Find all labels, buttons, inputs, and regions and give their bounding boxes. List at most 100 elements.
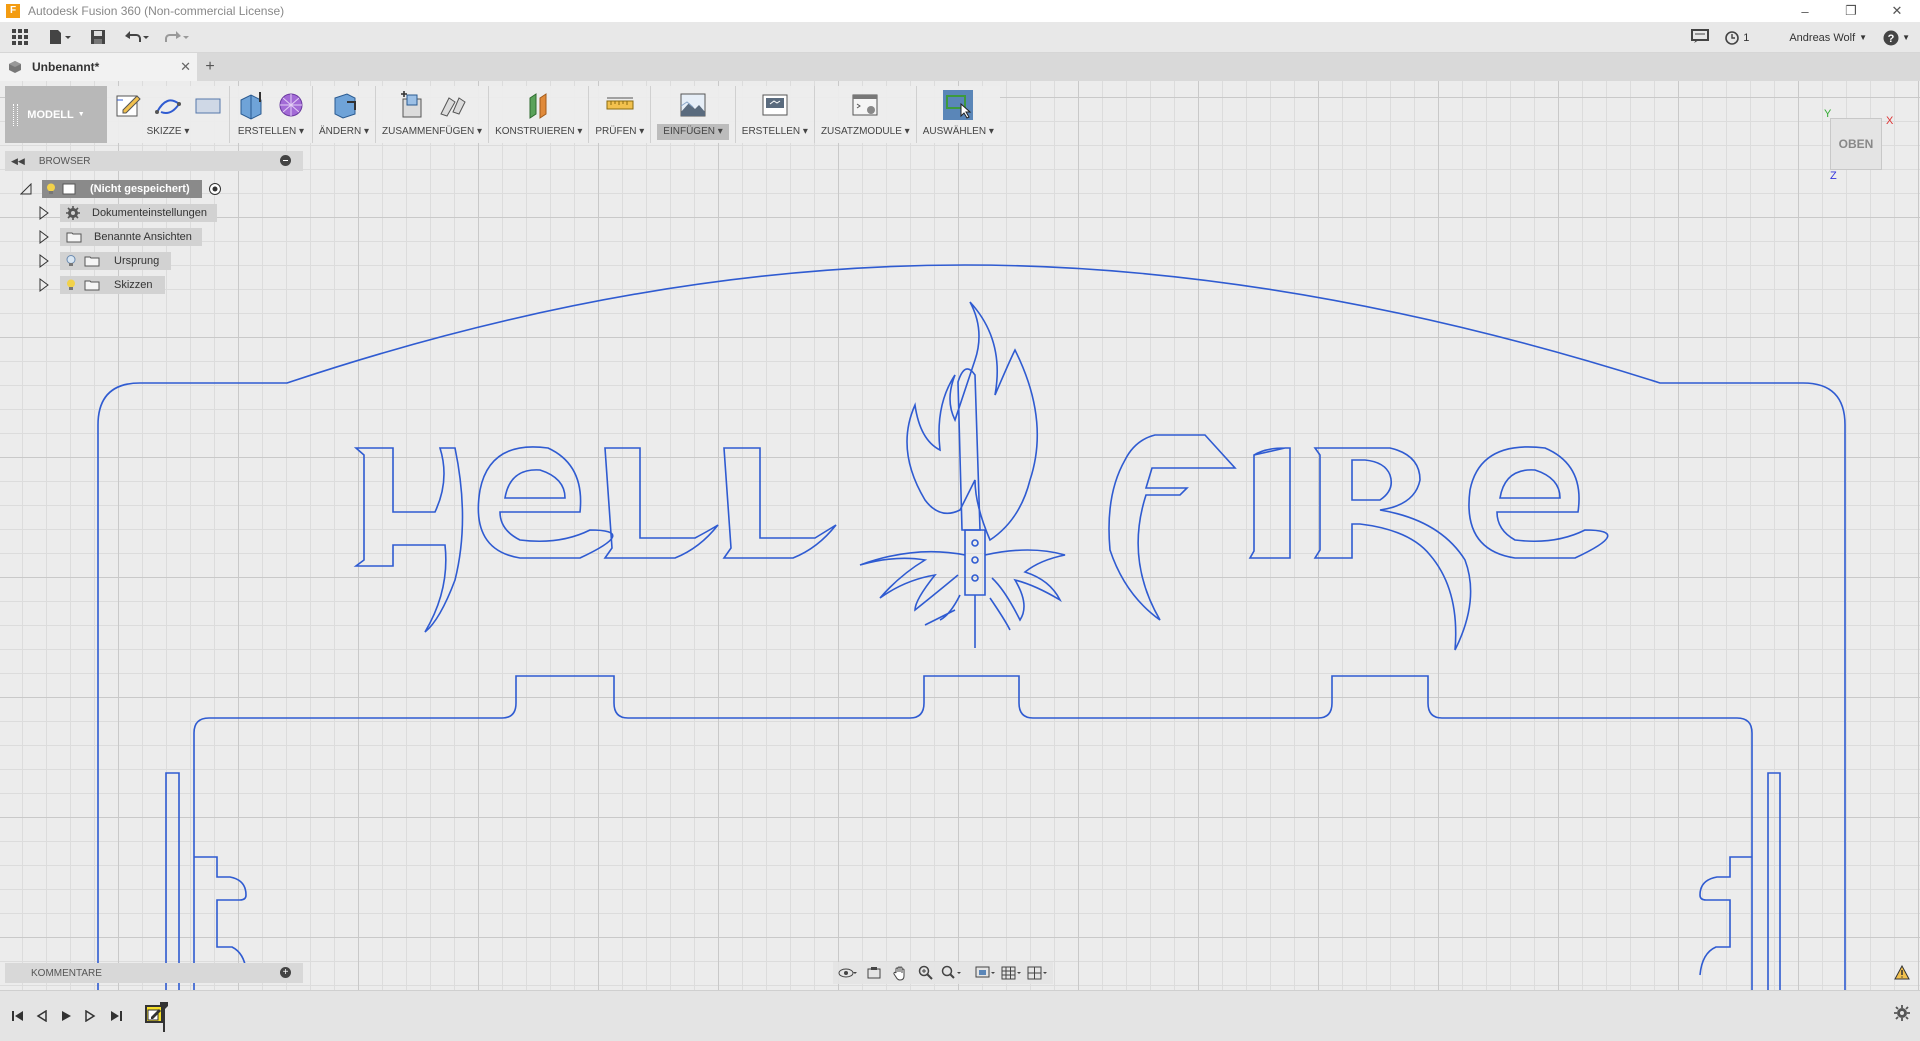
letter-R: [1313, 447, 1472, 651]
redo-icon[interactable]: [156, 22, 196, 53]
minimize-icon[interactable]: –: [1782, 0, 1828, 22]
activate-radio-icon[interactable]: [208, 182, 222, 196]
measure-icon[interactable]: [605, 90, 635, 120]
pan-hand-icon[interactable]: [889, 963, 911, 983]
press-pull-icon[interactable]: [329, 90, 359, 120]
browser-node-named-views[interactable]: Benannte Ansichten: [38, 227, 202, 247]
browser-root-node[interactable]: (Nicht gespeichert): [20, 179, 222, 199]
grid-settings-icon[interactable]: [1001, 963, 1023, 983]
comments-panel-header[interactable]: KOMMENTARE +: [5, 963, 303, 983]
browser-node-sketches[interactable]: Skizzen: [38, 275, 165, 295]
tab-document[interactable]: Unbenannt* ✕: [0, 53, 197, 81]
stop-sketch-icon[interactable]: [193, 90, 223, 120]
expand-triangle-icon[interactable]: [38, 230, 50, 244]
grip-dot-1: [971, 539, 979, 547]
view-cube-face-label: OBEN: [1838, 137, 1874, 151]
workspace-switcher[interactable]: MODELL ▼: [5, 86, 107, 143]
close-tab-icon[interactable]: ✕: [180, 59, 191, 75]
group-label-inspect[interactable]: PRÜFEN ▾: [595, 124, 644, 140]
expand-triangle-icon[interactable]: [38, 206, 50, 220]
timeline-bar: [0, 990, 1920, 1041]
step-forward-icon[interactable]: [80, 1006, 100, 1026]
create-sketch-icon[interactable]: [113, 90, 143, 120]
document-icon: [62, 183, 76, 195]
right-slot: [1767, 772, 1781, 990]
help-icon[interactable]: ? ▼: [1883, 30, 1910, 46]
add-comment-icon[interactable]: +: [280, 967, 291, 978]
visibility-bulb-off-icon[interactable]: [66, 255, 76, 267]
group-assemble: ZUSAMMENFÜGEN ▾: [376, 86, 490, 143]
browser-panel-header[interactable]: ◀◀ BROWSER: [5, 151, 303, 171]
orbit-icon[interactable]: [837, 963, 859, 983]
view-cube[interactable]: OBEN: [1830, 118, 1882, 170]
notifications-icon[interactable]: [1691, 29, 1710, 46]
group-label-sketch[interactable]: SKIZZE ▾: [147, 124, 190, 140]
group-label-modify[interactable]: ÄNDERN ▾: [319, 124, 369, 140]
extrude-icon[interactable]: [236, 90, 266, 120]
undo-icon[interactable]: [116, 22, 156, 53]
step-back-icon[interactable]: [32, 1006, 52, 1026]
zoom-icon[interactable]: [915, 963, 937, 983]
joint-icon[interactable]: [437, 90, 467, 120]
chevron-down-icon: ▼: [77, 111, 85, 118]
expand-triangle-icon[interactable]: [38, 278, 50, 292]
design-canvas[interactable]: [0, 81, 1920, 990]
file-menu-icon[interactable]: [40, 22, 80, 53]
group-label-create[interactable]: ERSTELLEN ▾: [238, 124, 304, 140]
comments-title: KOMMENTARE: [31, 967, 102, 979]
new-tab-button[interactable]: +: [197, 53, 223, 81]
minimize-browser-icon[interactable]: [280, 155, 291, 166]
job-status[interactable]: 1: [1725, 30, 1749, 45]
group-label-assemble[interactable]: ZUSAMMENFÜGEN ▾: [382, 124, 482, 140]
go-to-start-icon[interactable]: [8, 1006, 28, 1026]
3d-print-icon[interactable]: [760, 90, 790, 120]
select-icon[interactable]: [943, 90, 974, 120]
warning-icon[interactable]: [1894, 964, 1910, 983]
insert-image-icon[interactable]: [678, 90, 708, 120]
collapse-browser-icon[interactable]: ◀◀: [11, 156, 25, 167]
clock-icon: [1725, 30, 1740, 45]
group-modify: ÄNDERN ▾: [313, 86, 377, 143]
browser-node-document-settings[interactable]: Dokumenteinstellungen: [38, 203, 217, 223]
go-to-end-icon[interactable]: [106, 1006, 126, 1026]
timeline-settings-gear-icon[interactable]: [1894, 1005, 1910, 1026]
group-sketch: SKIZZE ▾: [107, 86, 230, 143]
group-label-insert[interactable]: EINFÜGEN ▾: [657, 124, 729, 140]
expand-triangle-icon[interactable]: [38, 254, 50, 268]
user-menu[interactable]: Andreas Wolf ▼: [1789, 32, 1867, 44]
grip-dot-3: [971, 574, 979, 582]
look-at-icon[interactable]: [863, 963, 885, 983]
visibility-bulb-icon[interactable]: [66, 279, 76, 291]
group-label-select[interactable]: AUSWÄHLEN ▾: [923, 124, 994, 140]
browser-node-origin[interactable]: Ursprung: [38, 251, 172, 271]
group-label-make[interactable]: ERSTELLEN ▾: [742, 124, 808, 140]
group-label-addins[interactable]: ZUSATZMODULE ▾: [821, 124, 910, 140]
roots-bottom: [924, 594, 1011, 648]
close-window-icon[interactable]: ✕: [1874, 0, 1920, 22]
app-grid-icon[interactable]: [0, 22, 40, 53]
display-settings-icon[interactable]: [975, 963, 997, 983]
group-label-construct[interactable]: KONSTRUIEREN ▾: [495, 124, 582, 140]
timeline-marker[interactable]: [160, 1002, 168, 1032]
scripts-addins-icon[interactable]: [850, 90, 880, 120]
offset-plane-icon[interactable]: [524, 90, 554, 120]
restore-icon[interactable]: ❐: [1828, 0, 1874, 22]
zoom-window-icon[interactable]: [941, 963, 963, 983]
group-construct: KONSTRUIEREN ▾: [489, 86, 590, 143]
new-component-icon[interactable]: [397, 90, 427, 120]
fusion-app-icon: F: [6, 4, 20, 18]
expanded-triangle-icon[interactable]: [20, 183, 32, 195]
form-icon[interactable]: [276, 90, 306, 120]
line-tool-icon[interactable]: [153, 90, 183, 120]
browser-node-label: Benannte Ansichten: [94, 231, 192, 243]
group-inspect: PRÜFEN ▾: [589, 86, 652, 143]
visibility-bulb-icon[interactable]: [46, 183, 56, 195]
play-icon[interactable]: [56, 1006, 76, 1026]
gear-icon: [66, 206, 80, 220]
axis-x-label: X: [1886, 115, 1894, 127]
folder-icon: [84, 280, 100, 291]
save-icon[interactable]: [80, 22, 116, 53]
flame-outer: [906, 301, 1039, 542]
group-make: ERSTELLEN ▾: [736, 86, 815, 143]
viewports-icon[interactable]: [1027, 963, 1049, 983]
